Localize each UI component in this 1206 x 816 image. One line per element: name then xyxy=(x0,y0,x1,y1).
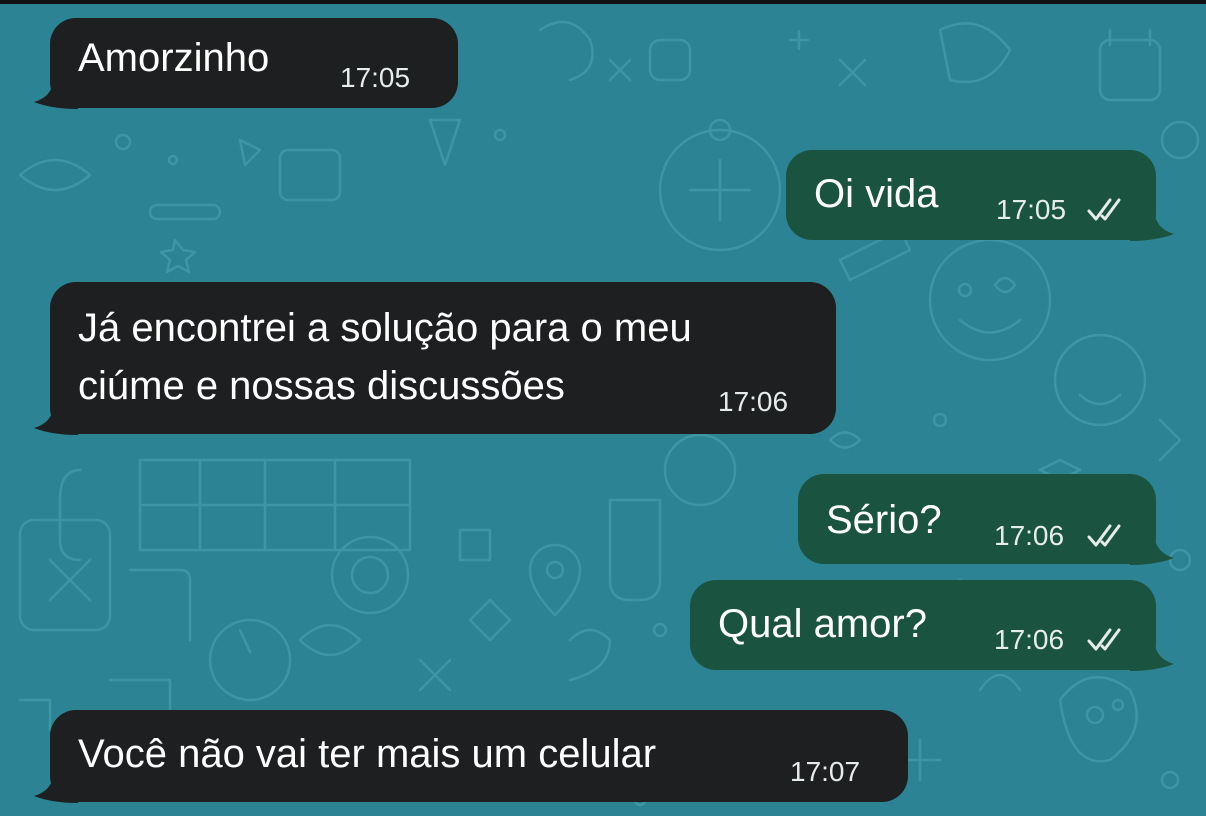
message-text: Sério? xyxy=(826,498,942,542)
message-bubble-incoming[interactable]: Você não vai ter mais um celular 17:07 xyxy=(34,710,908,803)
message-timestamp: 17:05 xyxy=(996,194,1067,225)
bubble-tail-icon xyxy=(34,79,78,109)
message-timestamp: 17:06 xyxy=(718,386,789,417)
message-text-line-2: ciúme e nossas discussões xyxy=(78,364,565,408)
bubble-tail-icon xyxy=(34,773,78,803)
bubble-tail-icon xyxy=(1130,211,1174,241)
message-timestamp: 17:07 xyxy=(790,756,861,787)
double-check-icon xyxy=(1087,628,1121,651)
message-timestamp: 17:06 xyxy=(994,520,1065,551)
bubble-tail-icon xyxy=(1130,641,1174,671)
message-text: Oi vida xyxy=(814,172,939,216)
message-bubble-incoming[interactable]: Já encontrei a solução para o meu ciúme … xyxy=(34,282,836,435)
message-bubble-outgoing[interactable]: Qual amor? 17:06 xyxy=(690,580,1174,671)
message-bubble-outgoing[interactable]: Oi vida 17:05 xyxy=(786,150,1174,241)
message-timestamp: 17:05 xyxy=(340,62,411,93)
message-bubble-incoming[interactable]: Amorzinho 17:05 xyxy=(34,18,458,109)
message-timestamp: 17:06 xyxy=(994,624,1065,655)
message-bubble-outgoing[interactable]: Sério? 17:06 xyxy=(798,474,1174,565)
double-check-icon xyxy=(1087,198,1121,221)
message-text: Qual amor? xyxy=(718,602,927,646)
top-edge xyxy=(0,0,1206,4)
message-text: Você não vai ter mais um celular xyxy=(78,732,657,776)
bubble-tail-icon xyxy=(1130,535,1174,565)
message-text-line-1: Já encontrei a solução para o meu xyxy=(78,306,692,350)
bubble-tail-icon xyxy=(34,405,78,435)
double-check-icon xyxy=(1087,524,1121,547)
message-text: Amorzinho xyxy=(78,36,270,80)
